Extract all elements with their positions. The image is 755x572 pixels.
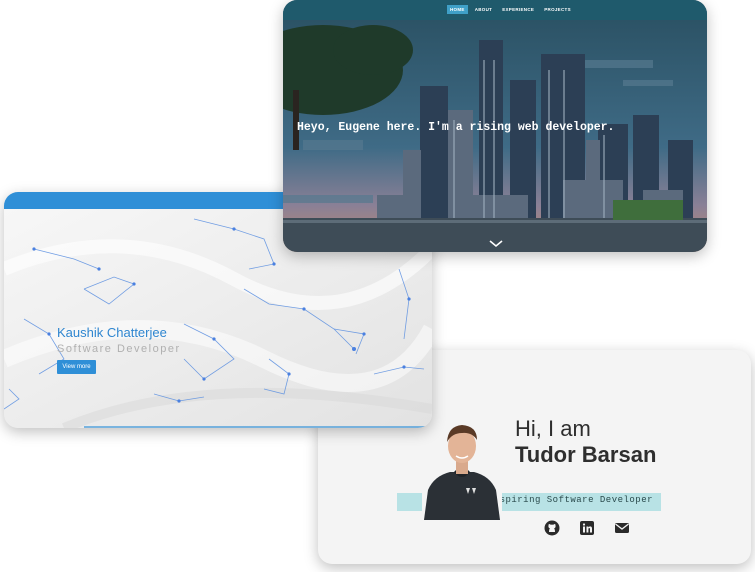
pixel-city-background [283, 20, 707, 252]
view-more-button[interactable]: View more [57, 360, 96, 374]
chevron-down-icon[interactable] [489, 240, 503, 248]
job-title: Software Developer [57, 343, 181, 355]
nav-experience[interactable]: EXPERIENCE [499, 5, 537, 14]
nav-home[interactable]: HOME [447, 5, 468, 14]
profile-photo [422, 416, 502, 520]
greeting: Hi, I am [515, 416, 591, 441]
top-navigation: HOME ABOUT EXPERIENCE PROJECTS [283, 0, 707, 20]
nav-about[interactable]: ABOUT [472, 5, 496, 14]
eugene-portfolio-card[interactable]: HOME ABOUT EXPERIENCE PROJECTS Heyo, Eug… [283, 0, 707, 252]
tagline-text: Aspiring Software Developer [493, 495, 653, 505]
github-icon[interactable] [544, 520, 562, 538]
social-links [544, 520, 632, 538]
linkedin-icon[interactable] [579, 520, 597, 538]
hero-headline: Heyo, Eugene here. I'm a rising web deve… [297, 121, 615, 134]
person-name: Kaushik Chatterjee [57, 325, 167, 340]
email-icon[interactable] [614, 520, 632, 538]
nav-projects[interactable]: PROJECTS [541, 5, 574, 14]
person-name: Tudor Barsan [515, 442, 657, 467]
